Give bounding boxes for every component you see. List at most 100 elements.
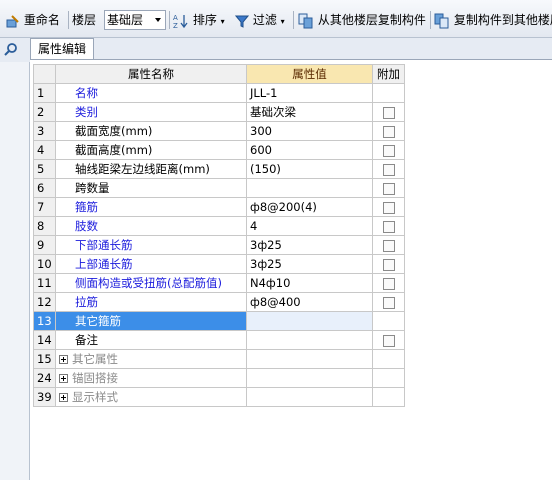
floor-select[interactable]: 基础层 xyxy=(104,10,166,30)
row-number: 39 xyxy=(33,387,56,407)
property-name-cell[interactable]: 截面宽度(mm) xyxy=(55,121,247,141)
attach-checkbox[interactable] xyxy=(382,334,395,347)
table-row[interactable]: 8 肢数 4 xyxy=(33,216,405,236)
property-name-cell[interactable]: 截面高度(mm) xyxy=(55,140,247,160)
property-value-cell[interactable]: 4 xyxy=(246,216,373,236)
attach-checkbox[interactable] xyxy=(382,258,395,271)
table-row[interactable]: 1 名称 JLL-1 xyxy=(33,83,405,103)
property-value-cell[interactable] xyxy=(246,311,373,331)
table-row[interactable]: 12 拉筋 ф8@400 xyxy=(33,292,405,312)
row-number: 3 xyxy=(33,121,56,141)
copy-from-floor-button[interactable]: 从其他楼层复制构件 xyxy=(298,11,426,29)
property-value-cell[interactable]: 3ф25 xyxy=(246,235,373,255)
property-value-cell[interactable]: 3ф25 xyxy=(246,254,373,274)
expand-plus-icon[interactable] xyxy=(59,374,68,383)
table-row[interactable]: 3 截面宽度(mm) 300 xyxy=(33,121,405,141)
property-name-cell[interactable]: 其它属性 xyxy=(55,349,247,369)
table-row[interactable]: 10 上部通长筋 3ф25 xyxy=(33,254,405,274)
extra-cell xyxy=(372,273,405,293)
property-value-cell[interactable]: ф8@400 xyxy=(246,292,373,312)
expand-plus-icon[interactable] xyxy=(59,355,68,364)
attach-checkbox[interactable] xyxy=(382,296,395,309)
property-name-cell[interactable]: 侧面构造或受扭筋(总配筋值) xyxy=(55,273,247,293)
property-value-cell[interactable] xyxy=(246,178,373,198)
property-panel: 属性名称 属性值 附加 1 名称 JLL-1 2 类别 基础次梁 3 截面宽度(mm) 300 4… xyxy=(30,60,552,480)
search-icon[interactable] xyxy=(4,42,18,56)
extra-cell xyxy=(372,216,405,236)
property-name-label: 截面宽度(mm) xyxy=(75,124,153,138)
property-name-cell[interactable]: 箍筋 xyxy=(55,197,247,217)
property-name-cell[interactable]: 跨数量 xyxy=(55,178,247,198)
toolbar-separator xyxy=(169,11,170,29)
property-value-cell[interactable]: 300 xyxy=(246,121,373,141)
row-number: 5 xyxy=(33,159,56,179)
table-row[interactable]: 6 跨数量 xyxy=(33,178,405,198)
row-number-header xyxy=(33,64,56,84)
property-value-cell[interactable] xyxy=(246,368,373,388)
table-row[interactable]: 13 其它箍筋 xyxy=(33,311,405,331)
attach-checkbox[interactable] xyxy=(382,163,395,176)
property-value-cell[interactable]: (150) xyxy=(246,159,373,179)
property-name-cell[interactable]: 类别 xyxy=(55,102,247,122)
extra-cell xyxy=(372,387,405,407)
table-row[interactable]: 7 箍筋 ф8@200(4) xyxy=(33,197,405,217)
attach-checkbox[interactable] xyxy=(382,106,395,119)
attach-checkbox[interactable] xyxy=(382,182,395,195)
table-row[interactable]: 39 显示样式 xyxy=(33,387,405,407)
property-value-cell[interactable]: N4ф10 xyxy=(246,273,373,293)
expand-plus-icon[interactable] xyxy=(59,393,68,402)
value-column-header[interactable]: 属性值 xyxy=(246,64,373,84)
toolbar-separator xyxy=(68,11,69,29)
property-value-cell[interactable] xyxy=(246,349,373,369)
property-name-cell[interactable]: 拉筋 xyxy=(55,292,247,312)
extra-column-header[interactable]: 附加 xyxy=(372,64,405,84)
row-number: 9 xyxy=(33,235,56,255)
attach-checkbox[interactable] xyxy=(382,277,395,290)
property-name-label: 肢数 xyxy=(75,219,98,233)
table-row[interactable]: 5 轴线距梁左边线距离(mm) (150) xyxy=(33,159,405,179)
property-value-cell[interactable]: JLL-1 xyxy=(246,83,373,103)
property-name-label: 截面高度(mm) xyxy=(75,143,153,157)
tab-property-edit[interactable]: 属性编辑 xyxy=(30,38,94,60)
attach-checkbox[interactable] xyxy=(382,239,395,252)
property-value-cell[interactable]: 600 xyxy=(246,140,373,160)
property-name-cell[interactable]: 其它箍筋 xyxy=(55,311,247,331)
table-row[interactable]: 4 截面高度(mm) 600 xyxy=(33,140,405,160)
property-value-cell[interactable] xyxy=(246,387,373,407)
property-name-cell[interactable]: 名称 xyxy=(55,83,247,103)
copy-to-floor-icon xyxy=(434,13,449,28)
property-value-cell[interactable] xyxy=(246,330,373,350)
row-number: 7 xyxy=(33,197,56,217)
property-name-cell[interactable]: 上部通长筋 xyxy=(55,254,247,274)
row-number: 1 xyxy=(33,83,56,103)
attach-checkbox[interactable] xyxy=(382,125,395,138)
property-name-cell[interactable]: 显示样式 xyxy=(55,387,247,407)
property-value-cell[interactable]: 基础次梁 xyxy=(246,102,373,122)
filter-button[interactable]: 过滤 ▾ xyxy=(235,11,285,29)
property-value-cell[interactable]: ф8@200(4) xyxy=(246,197,373,217)
copy-to-floor-button[interactable]: 复制构件到其他楼层 xyxy=(434,11,552,29)
table-row[interactable]: 9 下部通长筋 3ф25 xyxy=(33,235,405,255)
name-column-header[interactable]: 属性名称 xyxy=(55,64,247,84)
row-number: 15 xyxy=(33,349,56,369)
property-name-cell[interactable]: 轴线距梁左边线距离(mm) xyxy=(55,159,247,179)
property-name-cell[interactable]: 备注 xyxy=(55,330,247,350)
row-number: 13 xyxy=(33,311,56,331)
property-name-cell[interactable]: 肢数 xyxy=(55,216,247,236)
extra-cell xyxy=(372,311,405,331)
property-name-cell[interactable]: 下部通长筋 xyxy=(55,235,247,255)
rename-button[interactable]: 重命名 xyxy=(6,11,60,29)
attach-checkbox[interactable] xyxy=(382,201,395,214)
chevron-down-icon xyxy=(155,18,161,22)
group-label: 其它属性 xyxy=(72,352,118,366)
left-strip xyxy=(0,62,30,480)
attach-checkbox[interactable] xyxy=(382,144,395,157)
property-name-cell[interactable]: 锚固搭接 xyxy=(55,368,247,388)
table-row[interactable]: 11 侧面构造或受扭筋(总配筋值) N4ф10 xyxy=(33,273,405,293)
table-row[interactable]: 15 其它属性 xyxy=(33,349,405,369)
attach-checkbox[interactable] xyxy=(382,220,395,233)
sort-button[interactable]: A Z 排序 ▾ xyxy=(173,11,225,29)
table-row[interactable]: 2 类别 基础次梁 xyxy=(33,102,405,122)
table-row[interactable]: 24 锚固搭接 xyxy=(33,368,405,388)
table-row[interactable]: 14 备注 xyxy=(33,330,405,350)
